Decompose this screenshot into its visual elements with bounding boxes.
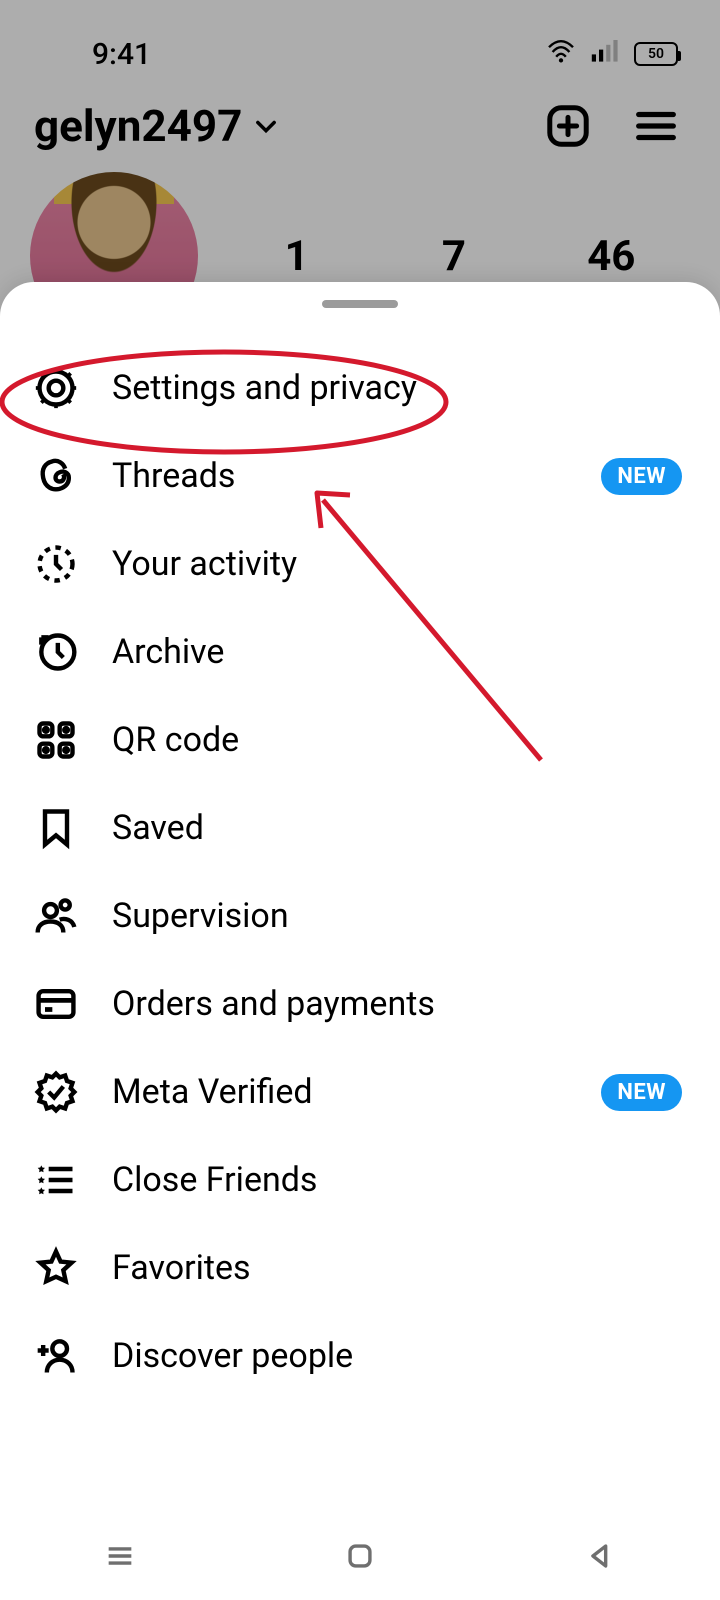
status-bar: 9:41 50 — [0, 0, 720, 80]
sheet-menu: Settings and privacy Threads NEW Your activ… — [0, 344, 720, 1400]
profile-header: gelyn2497 — [0, 80, 720, 164]
menu-item-orders[interactable]: Orders and payments — [0, 960, 720, 1048]
discover-icon — [34, 1334, 78, 1378]
menu-item-label: Settings and privacy — [112, 368, 682, 408]
menu-item-label: Favorites — [112, 1248, 682, 1288]
menu-item-supervision[interactable]: Supervision — [0, 872, 720, 960]
nav-back[interactable] — [583, 1539, 617, 1577]
stat-posts[interactable]: 1 — [242, 232, 352, 281]
menu-item-label: QR code — [112, 720, 682, 760]
new-badge: NEW — [601, 1074, 682, 1111]
stat-followers[interactable]: 7 — [399, 232, 509, 281]
plus-box-icon — [545, 103, 591, 149]
saved-icon — [34, 806, 78, 850]
menu-item-label: Close Friends — [112, 1160, 682, 1200]
options-bottom-sheet: Settings and privacy Threads NEW Your activ… — [0, 282, 720, 1600]
menu-item-label: Meta Verified — [112, 1072, 567, 1112]
nav-home[interactable] — [343, 1539, 377, 1577]
wifi-icon — [546, 37, 576, 72]
menu-item-label: Discover people — [112, 1336, 682, 1376]
supervision-icon — [34, 894, 78, 938]
settings-icon — [34, 366, 78, 410]
menu-item-verified[interactable]: Meta Verified NEW — [0, 1048, 720, 1136]
qr-icon — [34, 718, 78, 762]
menu-button[interactable] — [632, 102, 680, 150]
signal-icon — [590, 37, 620, 72]
username-dropdown[interactable]: gelyn2497 — [34, 100, 280, 152]
create-button[interactable] — [544, 102, 592, 150]
menu-item-close[interactable]: Close Friends — [0, 1136, 720, 1224]
menu-item-threads[interactable]: Threads NEW — [0, 432, 720, 520]
menu-item-qr[interactable]: QR code — [0, 696, 720, 784]
new-badge: NEW — [601, 458, 682, 495]
menu-item-settings[interactable]: Settings and privacy — [0, 344, 720, 432]
verified-icon — [34, 1070, 78, 1114]
menu-item-saved[interactable]: Saved — [0, 784, 720, 872]
sheet-grabber[interactable] — [322, 300, 398, 308]
menu-item-label: Threads — [112, 456, 567, 496]
menu-item-label: Archive — [112, 632, 682, 672]
nav-recents[interactable] — [103, 1539, 137, 1577]
hamburger-icon — [633, 103, 679, 149]
menu-item-activity[interactable]: Your activity — [0, 520, 720, 608]
menu-item-archive[interactable]: Archive — [0, 608, 720, 696]
menu-item-label: Saved — [112, 808, 682, 848]
threads-icon — [34, 454, 78, 498]
android-nav-bar — [0, 1516, 720, 1600]
archive-icon — [34, 630, 78, 674]
menu-item-label: Supervision — [112, 896, 682, 936]
chevron-down-icon — [252, 112, 280, 140]
orders-icon — [34, 982, 78, 1026]
close-icon — [34, 1158, 78, 1202]
stat-following[interactable]: 46 — [556, 232, 666, 281]
menu-item-discover[interactable]: Discover people — [0, 1312, 720, 1400]
favorites-icon — [34, 1246, 78, 1290]
menu-item-label: Your activity — [112, 544, 682, 584]
status-time: 9:41 — [92, 37, 151, 72]
menu-item-label: Orders and payments — [112, 984, 682, 1024]
username-text: gelyn2497 — [34, 100, 242, 152]
battery-icon: 50 — [634, 42, 678, 66]
activity-icon — [34, 542, 78, 586]
menu-item-favorites[interactable]: Favorites — [0, 1224, 720, 1312]
